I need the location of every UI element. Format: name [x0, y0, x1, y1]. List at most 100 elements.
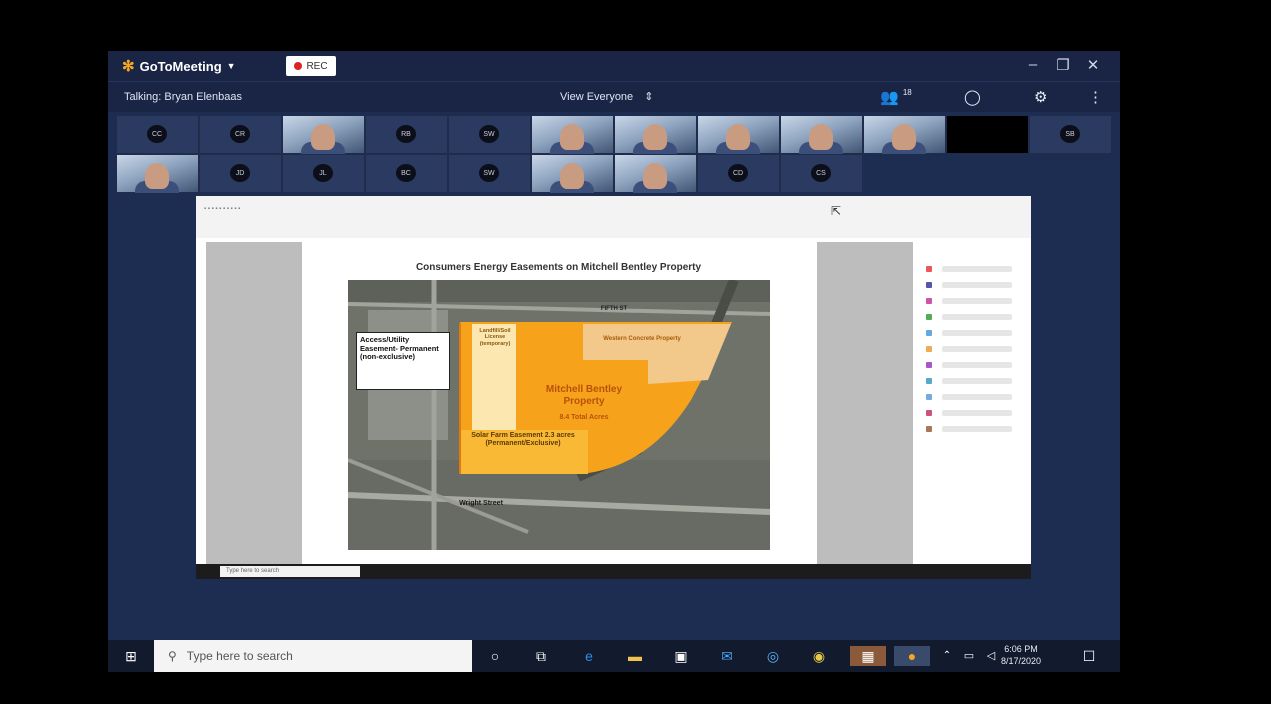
app-brand[interactable]: ✻ GoToMeeting ▼ [122, 57, 236, 75]
participant-tile: CD [697, 154, 780, 193]
tool-icon[interactable] [926, 346, 932, 352]
tool-icon[interactable] [926, 378, 932, 384]
start-button[interactable]: ⊞ [120, 646, 142, 666]
tool-item[interactable] [942, 410, 1012, 416]
tool-icon[interactable] [926, 426, 932, 432]
page-margin-right [817, 242, 913, 564]
more-button[interactable]: ⋮ [1088, 88, 1103, 106]
meeting-toolbar: Talking: Bryan Elenbaas View Everyone ⇕ … [108, 81, 1120, 112]
participant-tile: SB [1029, 115, 1112, 154]
participant-video-tile [863, 115, 946, 154]
system-clock[interactable]: 6:06 PM 8/17/2020 [1001, 644, 1041, 667]
skype-button[interactable]: ◎ [762, 646, 784, 666]
gotomeeting-logo-icon: ✻ [122, 58, 135, 75]
taskbar-search[interactable]: ⚲ Type here to search [154, 640, 472, 672]
tool-item[interactable] [942, 298, 1012, 304]
folder-icon: ▬ [628, 648, 642, 664]
windows-icon: ⊞ [125, 648, 137, 664]
participant-tile: CC [116, 115, 199, 154]
gear-icon: ⚙ [1034, 89, 1048, 106]
tool-icon[interactable] [926, 394, 932, 400]
participant-face [809, 124, 833, 150]
edge-icon: e [585, 648, 593, 664]
chrome-icon: ◉ [812, 648, 826, 664]
chevron-up-icon: ⌃ [942, 650, 952, 661]
participant-initials: BC [396, 164, 416, 182]
chrome-button[interactable]: ◉ [808, 646, 830, 666]
participant-face [560, 124, 584, 150]
settings-button[interactable]: ⚙ [1034, 88, 1047, 106]
task-view-button[interactable]: ⧉ [530, 646, 552, 666]
windows-taskbar: ⊞ ⚲ Type here to search ○ ⧉ e ▬ ▣ ✉ ◎ ◉ … [108, 640, 1120, 672]
tool-icon[interactable] [926, 314, 932, 320]
tool-item[interactable] [942, 266, 1012, 272]
close-button[interactable]: ✕ [1082, 56, 1104, 74]
tool-item[interactable] [942, 346, 1012, 352]
file-explorer-button[interactable]: ▬ [624, 646, 646, 666]
participant-tile: SW [448, 154, 531, 193]
participant-video-tile [614, 154, 697, 193]
tool-icon[interactable] [926, 410, 932, 416]
store-button[interactable]: ▣ [670, 646, 692, 666]
restore-button[interactable]: ❐ [1052, 56, 1074, 74]
participant-video-tile [780, 115, 863, 154]
participant-grid: CC CR RB SW SB JD JL BC SW CD CS [116, 115, 1112, 195]
participant-tile: BC [365, 154, 448, 193]
volume-button[interactable]: ◁ [980, 646, 1002, 666]
tool-icon[interactable] [926, 298, 932, 304]
participant-face [311, 124, 335, 150]
network-button[interactable]: ▭ [958, 646, 980, 666]
rec-indicator[interactable]: REC [286, 56, 336, 76]
participant-face [145, 163, 169, 189]
tool-item[interactable] [942, 426, 1012, 432]
edge-button[interactable]: e [578, 646, 600, 666]
view-selector[interactable]: View Everyone ⇕ [560, 90, 653, 103]
chevron-updown-icon: ⇕ [644, 91, 654, 103]
document-title: Consumers Energy Easements on Mitchell B… [415, 262, 702, 273]
chat-button[interactable]: ◯ [964, 88, 981, 106]
participant-face [643, 163, 667, 189]
page-margin-left [206, 242, 302, 564]
aerial-map: Access/Utility Easement- Permanent (non-… [348, 280, 770, 550]
participant-face [892, 124, 916, 150]
network-icon: ▭ [963, 650, 975, 662]
mitchell-bentley-label: Mitchell Bentley Property [545, 384, 623, 407]
notification-icon: ☐ [1082, 648, 1096, 664]
remote-search-box: Type here to search [220, 566, 360, 577]
tool-item[interactable] [942, 282, 1012, 288]
participant-face [643, 124, 667, 150]
tool-item[interactable] [942, 314, 1012, 320]
participant-initials: CR [230, 125, 250, 143]
gotomeeting-window: ✻ GoToMeeting ▼ REC – ❐ ✕ Talking: Bryan… [108, 51, 1120, 641]
mouse-cursor-icon: ⇱ [831, 204, 842, 218]
participant-tile: SW [448, 115, 531, 154]
show-hidden-icons[interactable]: ⌃ [936, 646, 958, 666]
clock-date: 8/17/2020 [1001, 655, 1042, 666]
license-label: Landfill/Soil License (temporary) [479, 328, 511, 347]
pdf-viewer-toolbar: ▪ ▪ ▪ ▪ ▪ ▪ ▪ ▪ ▪ ▪ ⇱ [196, 196, 1031, 238]
tool-item[interactable] [942, 330, 1012, 336]
attendees-button[interactable]: 👥 18 [880, 88, 912, 106]
tool-icon[interactable] [926, 330, 932, 336]
chevron-down-icon: ▼ [226, 61, 236, 71]
tool-icon[interactable] [926, 266, 932, 272]
more-vertical-icon: ⋮ [1088, 89, 1103, 106]
tool-item[interactable] [942, 362, 1012, 368]
record-icon [294, 62, 303, 70]
gotomeeting-icon: ● [907, 648, 917, 664]
participant-video-tile [531, 115, 614, 154]
speaker-icon: ◁ [986, 650, 996, 662]
mail-button[interactable]: ✉ [716, 646, 738, 666]
minimize-button[interactable]: – [1022, 56, 1044, 73]
tool-icon[interactable] [926, 282, 932, 288]
cortana-icon: ○ [490, 648, 500, 664]
western-concrete-label: Western Concrete Property [603, 336, 681, 342]
gotomeeting-taskbar-button[interactable]: ● [894, 646, 930, 666]
street-label-north: FIFTH ST [600, 306, 628, 312]
tool-item[interactable] [942, 394, 1012, 400]
notifications-button[interactable]: ☐ [1078, 646, 1100, 666]
tool-item[interactable] [942, 378, 1012, 384]
teams-button[interactable]: ▦ [850, 646, 886, 666]
cortana-button[interactable]: ○ [484, 646, 506, 666]
tool-icon[interactable] [926, 362, 932, 368]
